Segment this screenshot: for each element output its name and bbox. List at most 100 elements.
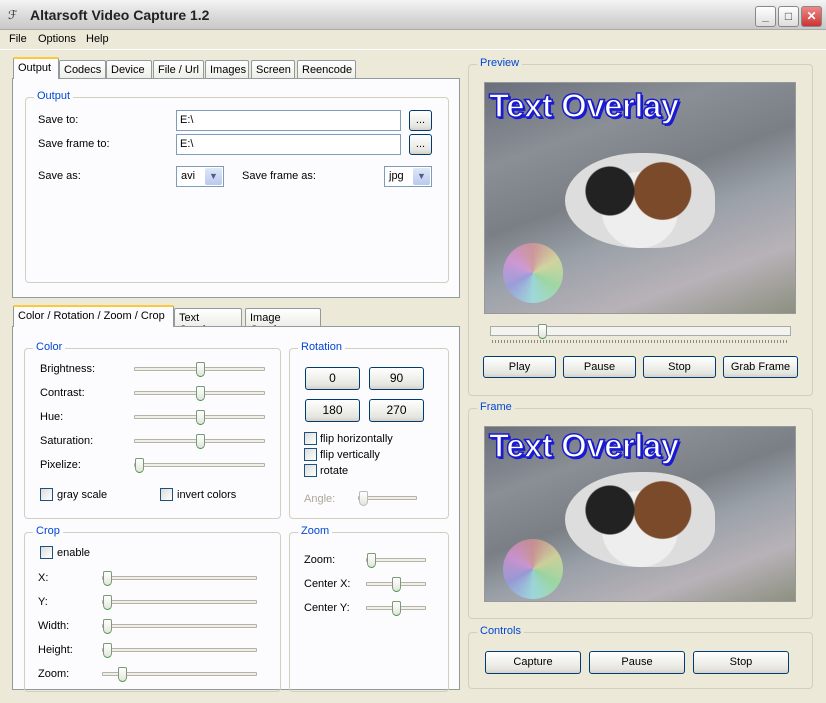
rotate-0-button[interactable]: 0 (305, 367, 360, 390)
video-subject (565, 153, 715, 248)
rotate-270-button[interactable]: 270 (369, 399, 424, 422)
centery-slider[interactable] (366, 601, 426, 616)
tab-screen[interactable]: Screen (251, 60, 295, 80)
flip-horizontally-checkbox[interactable] (304, 432, 317, 445)
height-slider[interactable] (102, 643, 257, 658)
zoom-group-label: Zoom (298, 525, 333, 537)
zoom-slider[interactable] (102, 667, 257, 682)
crop-sliders-zoom-label: Zoom: (38, 668, 70, 680)
slider-thumb[interactable] (367, 553, 376, 568)
angle-slider[interactable] (358, 491, 417, 506)
width-slider[interactable] (102, 619, 257, 634)
color-sliders-pixelize-label: Pixelize: (40, 459, 81, 471)
preview-video: Text Overlay (484, 82, 796, 314)
tab-reencode[interactable]: Reencode (297, 60, 356, 80)
video-subject (565, 472, 715, 567)
rotate-180-button[interactable]: 180 (305, 399, 360, 422)
save-frame-to-label: Save frame to: (38, 138, 110, 150)
menu-help[interactable]: Help (86, 33, 109, 45)
pause-preview-button[interactable]: Pause (563, 356, 636, 378)
rotate-label: rotate (320, 465, 349, 477)
y-slider[interactable] (102, 595, 257, 610)
slider-thumb[interactable] (103, 619, 112, 634)
slider-thumb[interactable] (103, 643, 112, 658)
frame-group-label: Frame (477, 401, 515, 413)
zoom-slider[interactable] (366, 553, 426, 568)
slider-thumb[interactable] (392, 577, 401, 592)
centerx-slider[interactable] (366, 577, 426, 592)
slider-thumb[interactable] (117, 667, 127, 682)
tab-image-overlay[interactable]: Image Overlay (245, 308, 321, 336)
minimize-button[interactable]: _ (755, 6, 776, 27)
preview-group-label: Preview (477, 57, 523, 69)
slider-thumb[interactable] (195, 386, 205, 401)
slider-thumb[interactable] (103, 595, 112, 610)
crop-sliders-height-label: Height: (38, 644, 73, 656)
output-group-label: Output (34, 90, 74, 102)
angle-label: Angle: (304, 493, 336, 505)
brightness-slider[interactable] (134, 362, 265, 377)
color-sliders-hue-label: Hue: (40, 411, 64, 423)
stop-capture-button[interactable]: Stop (693, 651, 789, 674)
controls-group-label: Controls (477, 625, 524, 637)
crop-sliders-x-label: X: (38, 572, 49, 584)
saturation-slider[interactable] (134, 434, 265, 449)
crop-sliders-width-label: Width: (38, 620, 70, 632)
close-button[interactable]: ✕ (801, 6, 822, 27)
slider-thumb[interactable] (103, 571, 112, 586)
frame-image: Text Overlay (484, 426, 796, 602)
tab-codecs[interactable]: Codecs (59, 60, 106, 80)
tab-images[interactable]: Images (205, 60, 249, 80)
slider-thumb[interactable] (195, 410, 205, 425)
seek-thumb[interactable] (537, 324, 547, 339)
color-sliders-brightness-label: Brightness: (40, 363, 96, 375)
x-slider[interactable] (102, 571, 257, 586)
crop-enable-label: enable (57, 547, 91, 559)
window-title: Altarsoft Video Capture 1.2 (30, 7, 210, 23)
save-as-select[interactable]: avi ▼ (176, 166, 224, 187)
browse-save-to-button[interactable]: ... (409, 110, 432, 131)
pause-capture-button[interactable]: Pause (589, 651, 685, 674)
stop-preview-button[interactable]: Stop (643, 356, 716, 378)
tab-file-url[interactable]: File / Url (153, 60, 204, 80)
slider-thumb[interactable] (195, 362, 205, 377)
pixelize-slider[interactable] (134, 458, 265, 473)
rotate-90-button[interactable]: 90 (369, 367, 424, 390)
tab-output[interactable]: Output (13, 57, 59, 79)
save-frame-as-select[interactable]: jpg ▼ (384, 166, 432, 187)
slider-thumb[interactable] (392, 601, 401, 616)
zoom-sliders-zoom-label: Zoom: (304, 554, 336, 566)
flip-vertically-checkbox[interactable] (304, 448, 317, 461)
browse-save-frame-button[interactable]: ... (409, 134, 432, 155)
chevron-down-icon: ▼ (205, 168, 222, 185)
slider-thumb[interactable] (135, 458, 144, 473)
save-to-input[interactable]: E:\ (176, 110, 401, 131)
rotate-checkbox[interactable] (304, 464, 317, 477)
crop-enable-checkbox[interactable] (40, 546, 53, 559)
play-button[interactable]: Play (483, 356, 556, 378)
menu-options[interactable]: Options (38, 33, 76, 45)
slider-thumb[interactable] (359, 491, 368, 506)
maximize-button[interactable]: □ (778, 6, 799, 27)
seek-slider[interactable] (490, 324, 791, 339)
grab-frame-button[interactable]: Grab Frame (723, 356, 798, 378)
save-frame-to-input[interactable]: E:\ (176, 134, 401, 155)
preview-overlay-text: Text Overlay (488, 86, 680, 125)
tab-device[interactable]: Device (106, 60, 152, 80)
tab-color-rotation-zoom-crop[interactable]: Color / Rotation / Zoom / Crop (13, 305, 174, 327)
invert-colors-checkbox[interactable] (160, 488, 173, 501)
title-bar: ℱ Altarsoft Video Capture 1.2 _ □ ✕ (0, 0, 826, 30)
slider-thumb[interactable] (195, 434, 205, 449)
save-frame-as-value: jpg (389, 170, 404, 182)
frame-overlay-text: Text Overlay (488, 427, 680, 465)
chevron-down-icon: ▼ (413, 168, 430, 185)
capture-button[interactable]: Capture (485, 651, 581, 674)
tab-text-overlay[interactable]: Text Overlay (174, 308, 242, 336)
hue-slider[interactable] (134, 410, 265, 425)
color-sliders-contrast-label: Contrast: (40, 387, 85, 399)
crop-group-label: Crop (33, 525, 63, 537)
contrast-slider[interactable] (134, 386, 265, 401)
gray-scale-checkbox[interactable] (40, 488, 53, 501)
menu-file[interactable]: File (9, 33, 27, 45)
invert-colors-label: invert colors (177, 489, 237, 501)
